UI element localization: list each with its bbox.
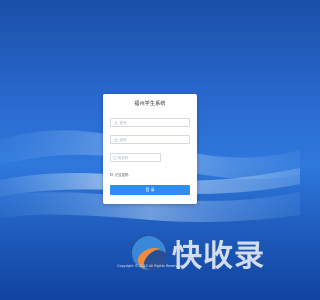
remember-checkbox[interactable] <box>110 173 113 176</box>
shield-icon <box>113 155 117 161</box>
watermark-text: 快收录 <box>172 239 265 274</box>
username-input[interactable] <box>119 120 189 125</box>
captcha-input[interactable] <box>118 155 160 160</box>
login-title: 福州学生系统 <box>134 101 166 107</box>
login-card: 福州学生系统 记住密码 登 录 <box>103 94 197 204</box>
footer-copyright: Copyright © 2022 All Rights Reserved. <box>117 264 183 268</box>
remember-password[interactable]: 记住密码 <box>110 172 129 177</box>
user-icon <box>113 120 119 126</box>
lock-icon <box>113 137 119 143</box>
captcha-field[interactable] <box>110 153 161 162</box>
password-input[interactable] <box>119 137 189 142</box>
username-field[interactable] <box>110 118 190 127</box>
password-field[interactable] <box>110 135 190 144</box>
watermark: 快收录 <box>128 228 288 278</box>
login-button[interactable]: 登 录 <box>110 185 190 195</box>
remember-label: 记住密码 <box>115 173 129 177</box>
